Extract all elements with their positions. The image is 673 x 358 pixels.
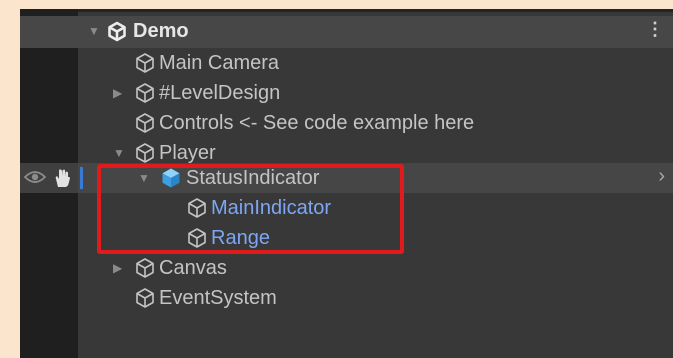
hierarchy-item-label: Canvas bbox=[159, 257, 227, 279]
hierarchy-item-label: Main Camera bbox=[159, 52, 280, 74]
collapse-arrow-icon[interactable]: ▼ bbox=[113, 146, 125, 160]
hierarchy-item-level-design[interactable]: ▶ #LevelDesign bbox=[20, 78, 673, 108]
expand-arrow-icon[interactable]: ▶ bbox=[113, 261, 122, 275]
cube-outline-icon bbox=[136, 83, 154, 103]
kebab-menu-icon[interactable]: ⋮ bbox=[646, 19, 664, 40]
selection-marker bbox=[80, 167, 83, 189]
scene-title: Demo bbox=[133, 20, 189, 42]
hierarchy-item-main-camera[interactable]: Main Camera bbox=[20, 48, 673, 78]
scene-header-row[interactable]: ▼ Demo ⋮ bbox=[20, 16, 673, 48]
hierarchy-item-label: EventSystem bbox=[159, 287, 277, 309]
hand-icon[interactable] bbox=[53, 168, 71, 188]
hierarchy-item-label: #LevelDesign bbox=[159, 82, 281, 104]
hierarchy-item-event-system[interactable]: EventSystem bbox=[20, 283, 673, 313]
hierarchy-panel: ▼ Demo ⋮ Main Camera ▶ #LevelDesign Cont… bbox=[20, 9, 673, 358]
cube-outline-icon bbox=[136, 53, 154, 73]
hierarchy-item-controls[interactable]: Controls <- See code example here bbox=[20, 108, 673, 138]
cube-outline-icon bbox=[136, 258, 154, 278]
hierarchy-item-canvas[interactable]: ▶ Canvas bbox=[20, 253, 673, 283]
unity-logo-icon bbox=[108, 21, 126, 42]
hierarchy-item-label: Controls <- See code example here bbox=[159, 112, 475, 134]
highlight-box bbox=[97, 164, 404, 254]
chevron-right-icon[interactable]: › bbox=[658, 165, 665, 188]
cube-outline-icon bbox=[136, 143, 154, 163]
expand-arrow-icon[interactable]: ▶ bbox=[113, 86, 122, 100]
cube-outline-icon bbox=[136, 288, 154, 308]
panel-top-border bbox=[20, 9, 673, 12]
expand-arrow-icon[interactable]: ▼ bbox=[88, 24, 100, 38]
cube-outline-icon bbox=[136, 113, 154, 133]
eye-icon[interactable] bbox=[24, 169, 46, 185]
